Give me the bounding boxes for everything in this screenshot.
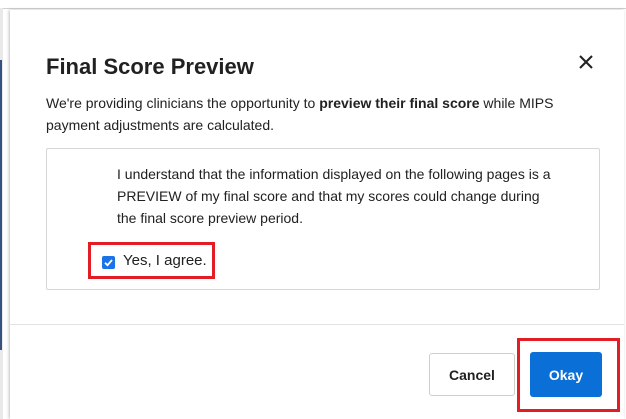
agree-label: Yes, I agree. xyxy=(123,252,207,269)
close-button[interactable] xyxy=(572,48,600,76)
cancel-button[interactable]: Cancel xyxy=(429,353,515,396)
dialog-intro: We're providing clinicians the opportuni… xyxy=(46,92,606,136)
dialog-title: Final Score Preview xyxy=(46,54,254,79)
page-background-accent xyxy=(0,60,2,350)
close-icon xyxy=(579,55,593,69)
screen: Final Score Preview We're providing clin… xyxy=(0,0,626,419)
intro-text-start: We're providing clinicians the opportuni… xyxy=(46,95,320,111)
consent-statement: I understand that the information displa… xyxy=(117,166,551,226)
consent-panel: I understand that the information displa… xyxy=(46,148,600,290)
checkmark-icon xyxy=(104,258,113,267)
intro-text-bold: preview their final score xyxy=(319,95,480,111)
agree-checkbox-row[interactable]: Yes, I agree. xyxy=(88,242,215,279)
okay-button[interactable]: Okay xyxy=(530,352,602,397)
footer-divider xyxy=(10,324,624,325)
final-score-preview-dialog: Final Score Preview We're providing clin… xyxy=(10,10,624,419)
page-background-top xyxy=(0,0,626,9)
agree-checkbox[interactable] xyxy=(102,255,115,269)
